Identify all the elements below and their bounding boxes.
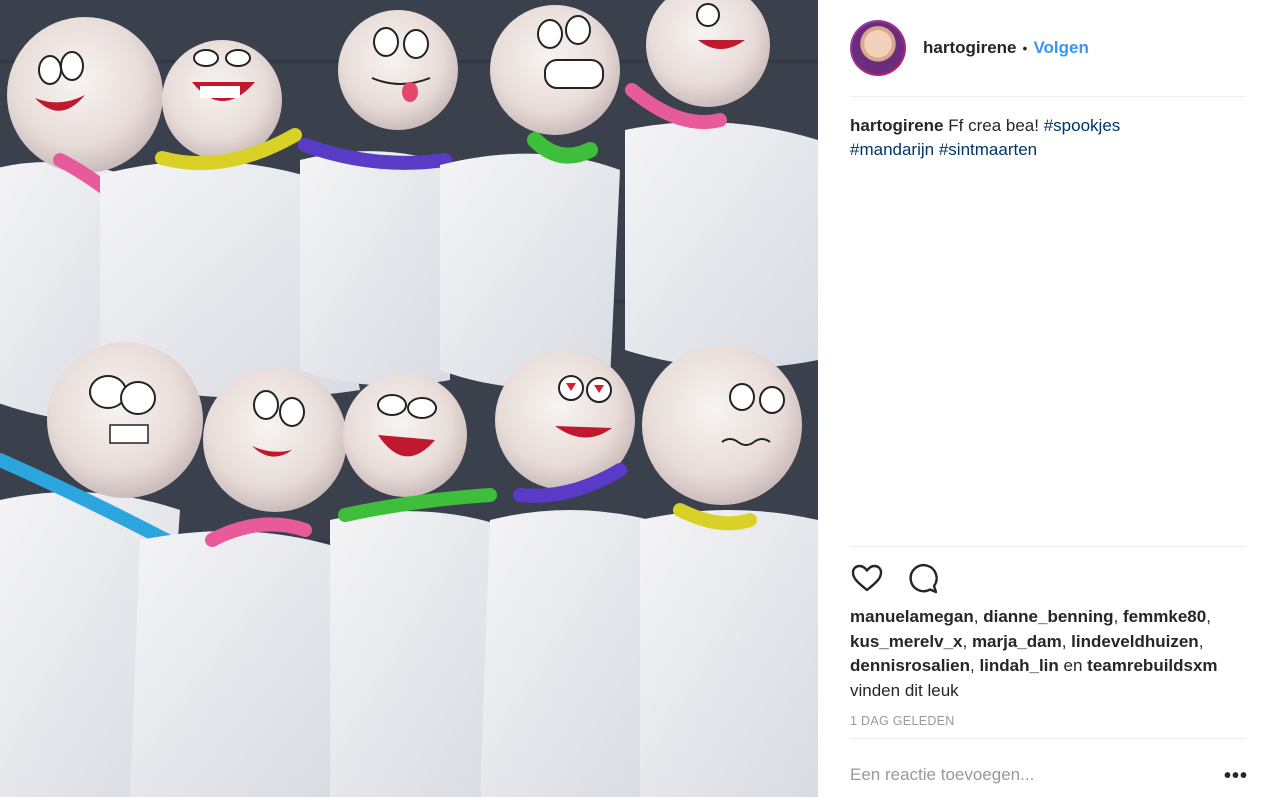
post-header: hartogirene • Volgen: [850, 0, 1246, 97]
liker-username[interactable]: manuelamegan: [850, 607, 974, 626]
avatar-image: [852, 22, 904, 74]
post-caption: hartogirene Ff crea bea! #spookjes #mand…: [850, 114, 1246, 162]
hashtag-link[interactable]: #sintmaarten: [939, 140, 1037, 159]
caption-text: Ff crea bea!: [948, 116, 1039, 135]
ghost-bottom-4: [480, 350, 660, 797]
post-photo[interactable]: [0, 0, 818, 797]
liker-username[interactable]: marja_dam: [972, 632, 1062, 651]
liker-username[interactable]: lindah_lin: [979, 656, 1058, 675]
liker-username[interactable]: kus_merelv_x: [850, 632, 962, 651]
comment-input[interactable]: [850, 765, 1180, 785]
divider: [850, 738, 1246, 739]
post-info-panel: hartogirene • Volgen hartogirene Ff crea…: [818, 0, 1270, 797]
hashtag-link[interactable]: #spookjes: [1044, 116, 1121, 135]
ghost-bottom-5: [640, 345, 818, 797]
likes-summary: manuelamegan, dianne_benning, femmke80, …: [850, 607, 1218, 700]
ghosts-illustration: [0, 0, 818, 797]
more-options-icon[interactable]: •••: [1224, 766, 1248, 786]
header-separator: •: [1022, 40, 1028, 56]
caption-username[interactable]: hartogirene: [850, 116, 944, 135]
follow-button[interactable]: Volgen: [1033, 38, 1088, 58]
divider: [850, 546, 1246, 547]
liker-username[interactable]: lindeveldhuizen: [1071, 632, 1199, 651]
author-username[interactable]: hartogirene: [923, 38, 1017, 58]
avatar[interactable]: [850, 20, 906, 76]
hashtag-link[interactable]: #mandarijn: [850, 140, 934, 159]
post-timestamp[interactable]: 1 DAG GELEDEN: [850, 714, 955, 728]
likes-suffix: vinden dit leuk: [850, 680, 959, 700]
liker-username[interactable]: teamrebuildsxm: [1087, 656, 1217, 675]
liker-username[interactable]: dianne_benning: [983, 607, 1113, 626]
comment-icon[interactable]: [906, 561, 940, 595]
liker-username[interactable]: femmke80: [1123, 607, 1206, 626]
likes-joiner: en: [1063, 656, 1083, 675]
heart-icon[interactable]: [850, 561, 884, 595]
liker-username[interactable]: dennisrosalien: [850, 656, 970, 675]
